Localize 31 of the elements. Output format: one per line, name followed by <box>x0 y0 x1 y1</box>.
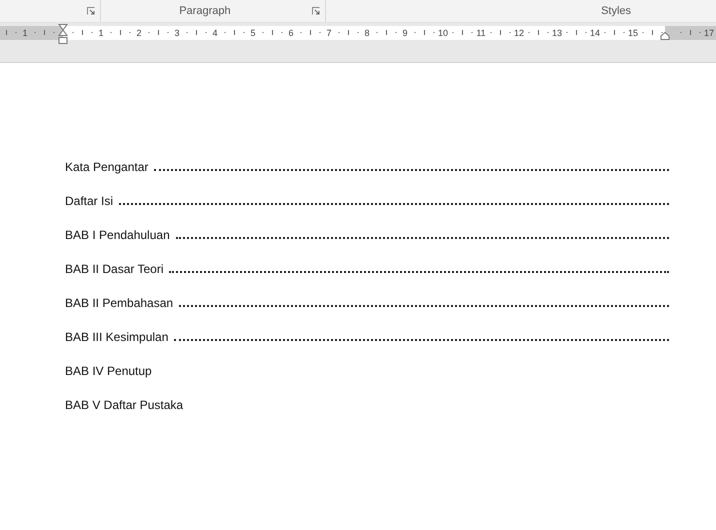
indent-marker-icon[interactable] <box>58 24 68 44</box>
ruler-number: 7 <box>326 27 332 40</box>
ruler-number: 10 <box>438 27 448 40</box>
ruler-number: 11 <box>476 27 486 40</box>
dialog-launcher-icon[interactable] <box>312 7 320 15</box>
ruler-number: 1 <box>98 27 104 40</box>
ruler-number: 4 <box>212 27 218 40</box>
ruler-number: 13 <box>552 27 562 40</box>
ruler-number: 15 <box>628 27 638 40</box>
ruler-number: 8 <box>364 27 370 40</box>
toc-entry: Daftar Isi <box>65 194 114 208</box>
toc-entry: BAB II Dasar Teori <box>65 262 164 276</box>
group-label: Styles <box>601 5 632 17</box>
ruler-number: 14 <box>590 27 600 40</box>
right-indent-icon[interactable] <box>660 32 670 40</box>
ruler-number: 9 <box>402 27 408 40</box>
toc-entry: Kata Pengantar <box>65 160 148 174</box>
ruler-number: 12 <box>514 27 524 40</box>
ruler-number: 3 <box>174 27 180 40</box>
ruler-number: 17 <box>704 27 714 40</box>
toc-entry: BAB V Daftar Pustaka <box>65 398 184 412</box>
dialog-launcher-icon[interactable] <box>86 7 95 15</box>
ruler-number: 5 <box>250 27 256 40</box>
ruler-number: 2 <box>136 27 142 40</box>
ruler-number: 6 <box>288 27 294 40</box>
ruler-number: 1 <box>22 27 28 40</box>
toc-entry: BAB I Pendahuluan <box>65 228 170 242</box>
toc-entry: BAB IV Penutup <box>65 364 152 378</box>
toc-entry: BAB II Pembahasan <box>65 296 174 310</box>
toc-entry: BAB III Kesimpulan <box>65 330 168 344</box>
group-label: Paragraph <box>179 5 231 17</box>
